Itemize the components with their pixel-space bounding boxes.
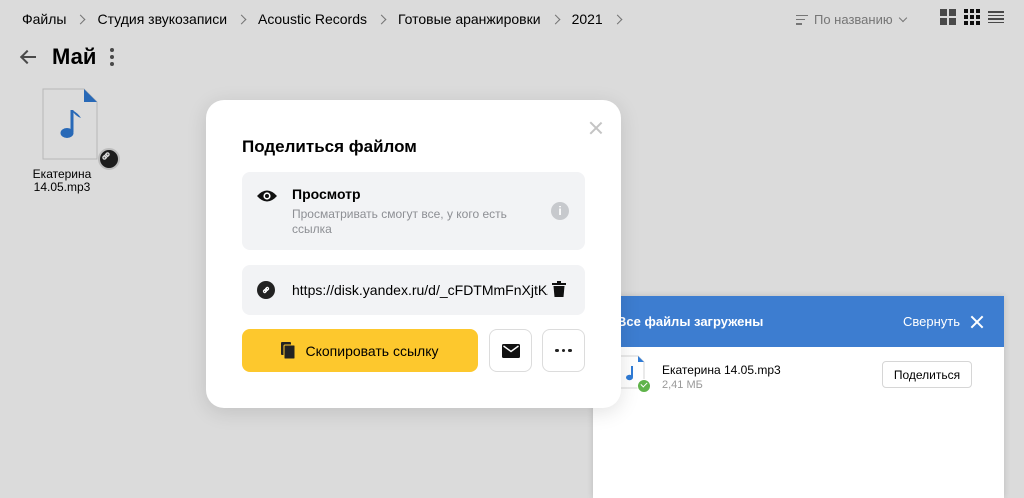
collapse-button[interactable]: Свернуть bbox=[903, 314, 960, 329]
share-file-dialog: Поделиться файлом Просмотр Просматривать… bbox=[206, 100, 621, 408]
more-horizontal-icon bbox=[555, 348, 572, 353]
upload-file-size: 2,41 МБ bbox=[662, 379, 703, 391]
access-level-title: Просмотр bbox=[292, 186, 361, 202]
share-button[interactable]: Поделиться bbox=[882, 361, 972, 388]
access-level-description: Просматривать смогут все, у кого есть сс… bbox=[292, 207, 507, 236]
mail-icon bbox=[501, 343, 520, 358]
info-icon[interactable]: i bbox=[551, 202, 569, 220]
eye-icon bbox=[257, 190, 277, 202]
access-level-selector[interactable]: Просмотр Просматривать смогут все, у ког… bbox=[242, 172, 585, 250]
copy-icon bbox=[281, 342, 296, 359]
trash-icon[interactable] bbox=[552, 281, 566, 297]
upload-list-item: Екатерина 14.05.mp3 2,41 МБ Поделиться bbox=[593, 347, 1004, 403]
upload-panel-header: Все файлы загружены Свернуть bbox=[593, 296, 1004, 347]
upload-success-check-icon bbox=[637, 379, 651, 393]
dialog-title: Поделиться файлом bbox=[242, 137, 417, 156]
upload-panel: Все файлы загружены Свернуть Екатерина 1… bbox=[593, 296, 1004, 498]
upload-file-name: Екатерина 14.05.mp3 bbox=[662, 363, 781, 377]
more-share-options-button[interactable] bbox=[542, 329, 585, 372]
share-link-input[interactable] bbox=[292, 279, 548, 301]
close-icon[interactable] bbox=[589, 121, 603, 135]
copy-link-label: Скопировать ссылку bbox=[305, 342, 439, 359]
link-icon bbox=[257, 281, 275, 299]
upload-status-title: Все файлы загружены bbox=[617, 314, 764, 329]
close-icon[interactable] bbox=[970, 315, 984, 329]
share-link-field bbox=[242, 265, 585, 315]
send-by-email-button[interactable] bbox=[489, 329, 532, 372]
copy-link-button[interactable]: Скопировать ссылку bbox=[242, 329, 478, 372]
